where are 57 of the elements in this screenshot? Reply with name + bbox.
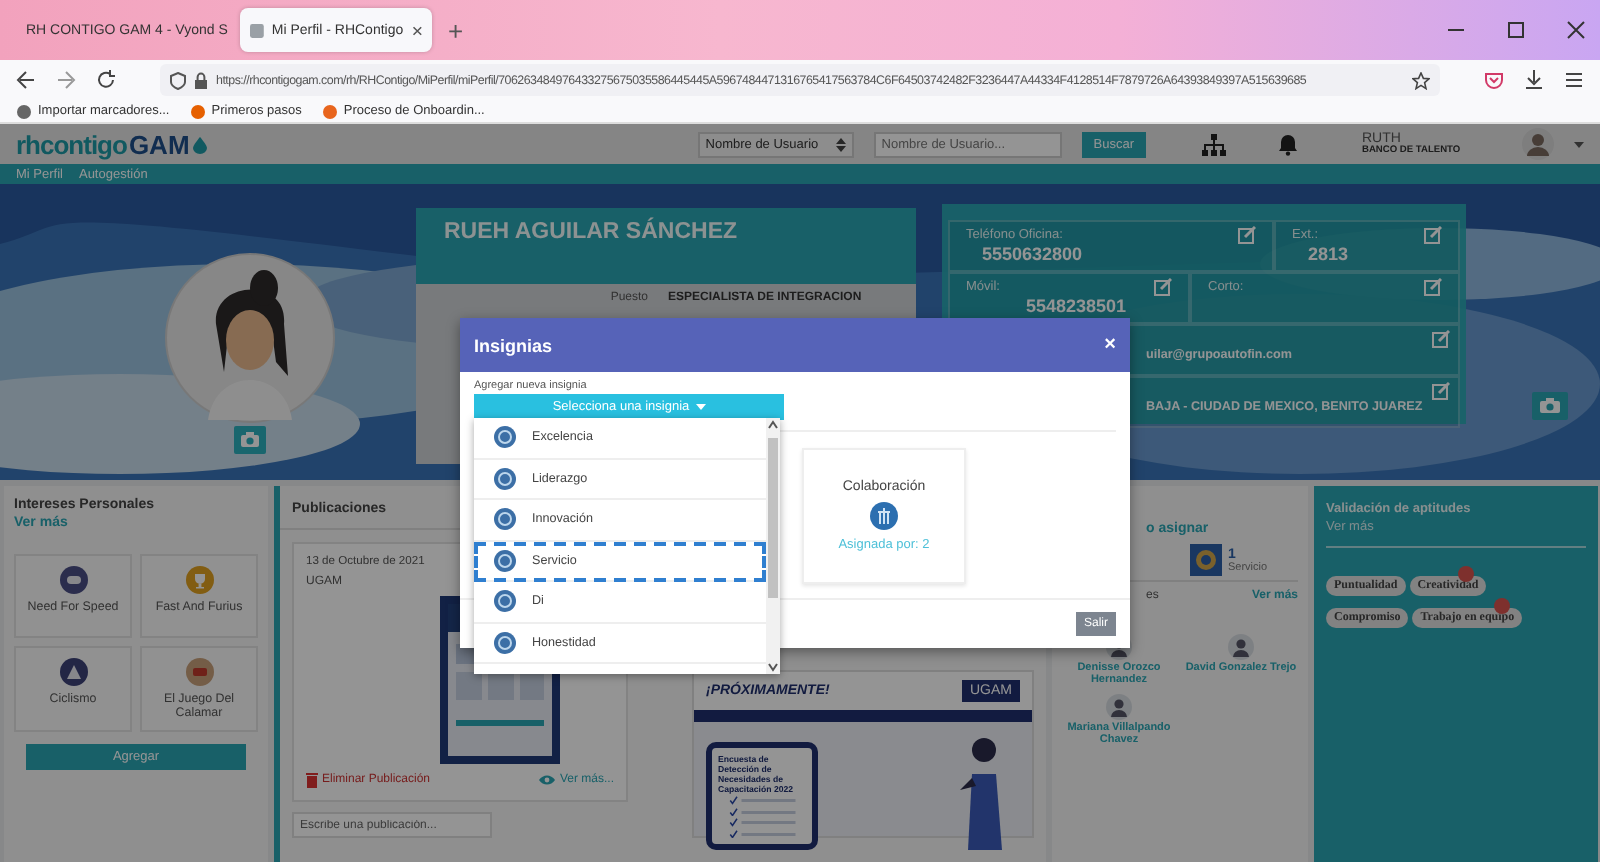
lock-icon bbox=[194, 71, 208, 89]
avatar-icon[interactable] bbox=[1522, 128, 1554, 160]
caret-icon[interactable] bbox=[1574, 141, 1584, 147]
trash-icon bbox=[306, 772, 318, 788]
maximize-icon[interactable] bbox=[1504, 20, 1528, 40]
camera-button[interactable] bbox=[1532, 392, 1568, 420]
scrollbar[interactable] bbox=[766, 418, 780, 674]
new-tab-button[interactable]: + bbox=[440, 15, 472, 45]
page-icon bbox=[250, 21, 264, 39]
medallion-icon bbox=[494, 467, 516, 490]
drop-icon bbox=[191, 135, 208, 153]
star-icon[interactable] bbox=[1412, 71, 1430, 89]
bookmark-icon bbox=[16, 103, 32, 119]
download-icon[interactable] bbox=[1524, 70, 1544, 90]
badge-icon bbox=[1190, 544, 1222, 576]
edit-icon[interactable] bbox=[1154, 278, 1172, 296]
close-icon[interactable] bbox=[1564, 20, 1588, 40]
edit-icon[interactable] bbox=[1238, 226, 1256, 244]
medallion-icon bbox=[494, 508, 516, 531]
org-chart-icon[interactable] bbox=[1202, 133, 1226, 155]
medal-icon bbox=[870, 502, 898, 530]
eye-icon bbox=[537, 774, 556, 786]
back-icon[interactable] bbox=[16, 70, 36, 90]
avatar-icon bbox=[1106, 694, 1132, 720]
pocket-icon[interactable] bbox=[1484, 70, 1504, 90]
edit-icon[interactable] bbox=[1432, 330, 1450, 348]
edit-icon[interactable] bbox=[1432, 382, 1450, 400]
tent-icon bbox=[59, 658, 87, 686]
trophy-icon bbox=[185, 566, 213, 594]
field-value: 2813 bbox=[1306, 244, 1351, 264]
medallion-icon bbox=[494, 426, 516, 449]
reload-icon[interactable] bbox=[96, 70, 116, 90]
medallion-icon bbox=[494, 590, 516, 613]
bookmark-icon bbox=[189, 103, 206, 119]
field-value: 5548238501 bbox=[1024, 296, 1129, 316]
field-value: 5550632800 bbox=[980, 244, 1085, 264]
edit-icon[interactable] bbox=[1424, 226, 1442, 244]
medallion-icon bbox=[494, 549, 516, 572]
avatar-icon bbox=[1228, 634, 1254, 660]
logo-text: GAM bbox=[128, 129, 190, 159]
close-button[interactable]: × bbox=[1104, 334, 1116, 356]
shield-icon bbox=[170, 71, 186, 89]
bell-icon[interactable] bbox=[1278, 133, 1298, 155]
edit-icon[interactable] bbox=[1424, 278, 1442, 296]
dialog-title: Insignias bbox=[474, 335, 553, 355]
camera-button[interactable] bbox=[234, 426, 266, 454]
bus-icon bbox=[185, 658, 213, 686]
forward-icon[interactable] bbox=[56, 70, 76, 90]
caret-icon bbox=[695, 404, 706, 410]
gamepad-icon bbox=[59, 566, 87, 594]
menu-icon[interactable] bbox=[1564, 70, 1584, 90]
person-name: RUEH AGUILAR SÁNCHEZ bbox=[444, 220, 740, 245]
bookmark-icon bbox=[321, 103, 338, 119]
sort-icon bbox=[835, 137, 846, 151]
logo-text: rhcontigo bbox=[16, 129, 127, 159]
medallion-icon bbox=[494, 631, 516, 654]
close-icon[interactable] bbox=[411, 23, 422, 37]
